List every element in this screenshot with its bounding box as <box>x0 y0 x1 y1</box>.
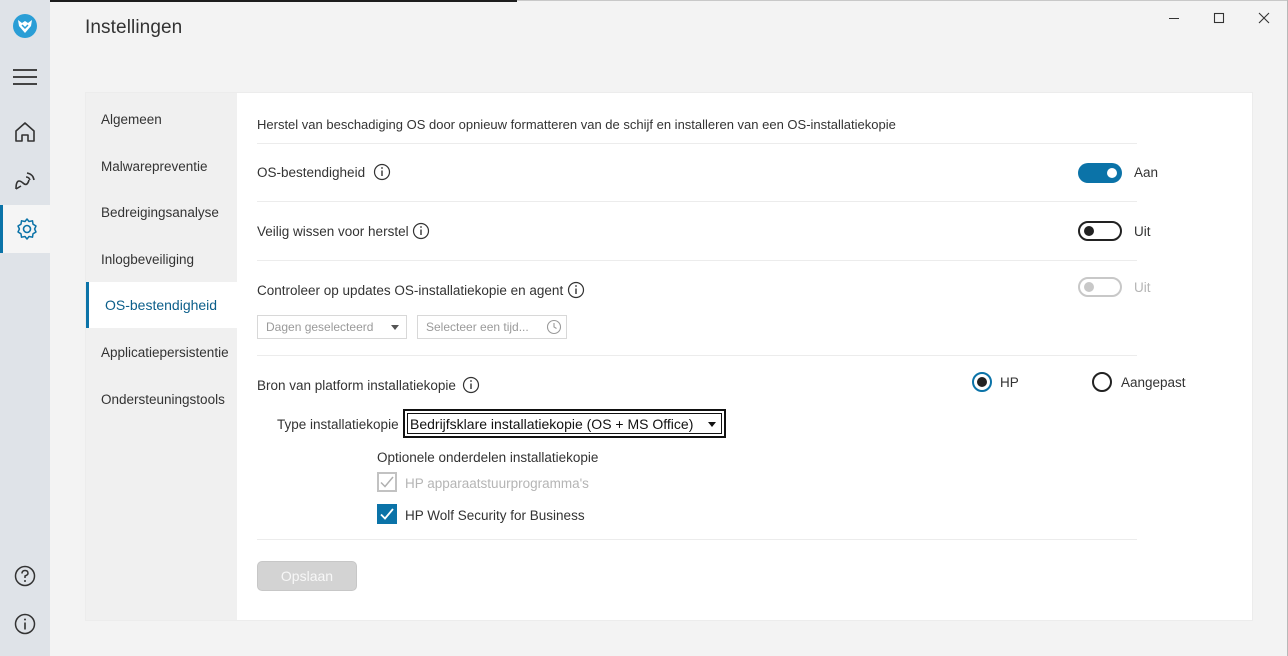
subnav-item-inlogbeveiliging[interactable]: Inlogbeveiliging <box>86 236 237 282</box>
threat-signal-icon[interactable] <box>0 157 50 205</box>
gear-icon[interactable] <box>0 205 50 253</box>
secure-wipe-state: Uit <box>1134 224 1151 239</box>
info-icon[interactable] <box>373 163 391 181</box>
divider <box>257 539 1137 540</box>
checkbox-wolf-security[interactable] <box>377 504 397 524</box>
checkbox-hp-drivers-label: HP apparaatstuurprogramma's <box>405 476 589 491</box>
checkmark-icon <box>380 476 394 488</box>
close-icon[interactable] <box>1254 8 1274 28</box>
window-top-edge-light <box>517 0 1288 1</box>
radio-custom[interactable] <box>1092 372 1112 392</box>
time-select-value: Selecteer een tijd... <box>426 320 529 334</box>
updates-state: Uit <box>1134 280 1151 295</box>
secure-wipe-label: Veilig wissen voor herstel <box>257 224 409 239</box>
divider <box>257 143 1137 144</box>
logo-icon[interactable] <box>0 2 50 50</box>
checkmark-icon <box>380 508 394 520</box>
minimize-icon[interactable] <box>1164 8 1184 28</box>
page-title: Instellingen <box>85 17 183 38</box>
settings-panel: Algemeen Malwarepreventie Bedreigingsana… <box>85 92 1253 621</box>
subnav-item-algemeen[interactable]: Algemeen <box>86 96 237 142</box>
optional-heading: Optionele onderdelen installatiekopie <box>377 450 599 465</box>
home-icon[interactable] <box>0 108 50 156</box>
image-type-select[interactable]: Bedrijfsklare installatiekopie (OS + MS … <box>403 409 726 438</box>
subnav-item-os-bestendigheid[interactable]: OS-bestendigheid <box>86 282 237 328</box>
info-icon[interactable] <box>412 222 430 240</box>
checkbox-wolf-security-label: HP Wolf Security for Business <box>405 508 585 523</box>
updates-toggle[interactable] <box>1078 277 1122 297</box>
save-button[interactable]: Opslaan <box>257 561 357 591</box>
left-rail <box>0 0 50 656</box>
secure-wipe-toggle[interactable] <box>1078 221 1122 241</box>
section-description: Herstel van beschadiging OS door opnieuw… <box>257 117 896 132</box>
resilience-state: Aan <box>1134 165 1159 180</box>
divider <box>257 201 1137 202</box>
chevron-down-icon <box>391 325 399 330</box>
radio-custom-label[interactable]: Aangepast <box>1121 375 1186 390</box>
time-select[interactable]: Selecteer een tijd... <box>417 315 567 339</box>
subnav-item-bedreigingsanalyse[interactable]: Bedreigingsanalyse <box>86 189 237 235</box>
hamburger-menu-icon[interactable] <box>0 53 50 101</box>
platform-source-label: Bron van platform installatiekopie <box>257 378 456 393</box>
days-select[interactable]: Dagen geselecteerd <box>257 315 407 339</box>
resilience-toggle[interactable] <box>1078 163 1122 183</box>
clock-icon <box>546 319 562 335</box>
info-icon[interactable] <box>0 600 50 648</box>
checkbox-hp-drivers[interactable] <box>377 472 397 492</box>
radio-hp[interactable] <box>972 372 992 392</box>
subnav-item-applicatiepersistentie[interactable]: Applicatiepersistentie <box>86 329 237 375</box>
maximize-icon[interactable] <box>1209 8 1229 28</box>
info-icon[interactable] <box>567 281 585 299</box>
divider <box>257 355 1137 356</box>
days-select-value: Dagen geselecteerd <box>266 320 374 334</box>
resilience-label: OS-bestendigheid <box>257 165 366 180</box>
window-top-edge <box>0 0 517 2</box>
image-type-value: Bedrijfsklare installatiekopie (OS + MS … <box>410 415 694 432</box>
settings-subnav: Algemeen Malwarepreventie Bedreigingsana… <box>86 93 237 620</box>
help-icon[interactable] <box>0 552 50 600</box>
info-icon[interactable] <box>462 376 480 394</box>
divider <box>257 260 1137 261</box>
subnav-item-ondersteuningstools[interactable]: Ondersteuningstools <box>86 376 237 422</box>
subnav-item-malwarepreventie[interactable]: Malwarepreventie <box>86 143 237 189</box>
chevron-down-icon <box>708 422 716 427</box>
image-type-label: Type installatiekopie <box>277 417 399 432</box>
updates-label: Controleer op updates OS-installatiekopi… <box>257 283 564 298</box>
radio-hp-label[interactable]: HP <box>1000 375 1019 390</box>
